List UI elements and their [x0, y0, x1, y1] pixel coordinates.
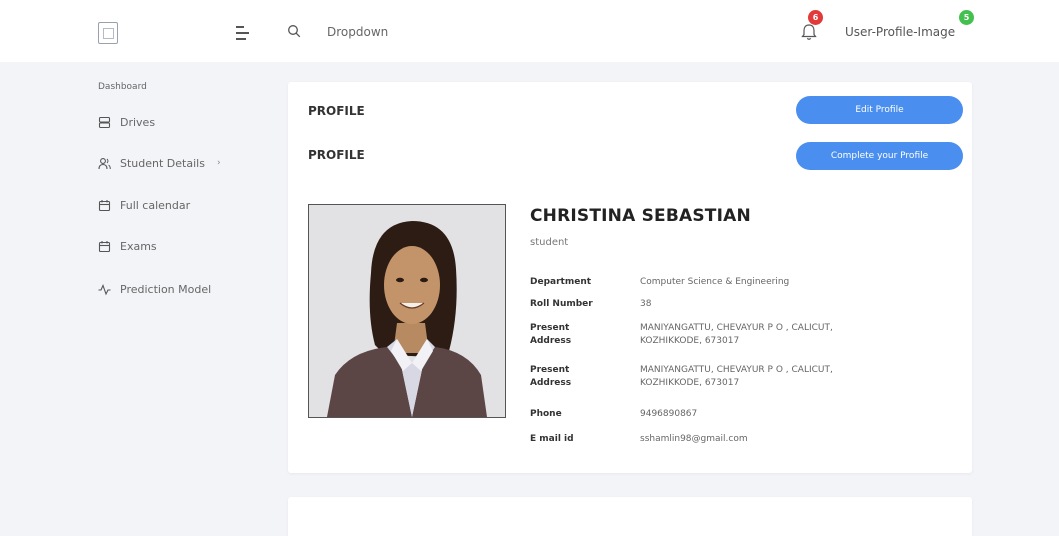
profile-subtitle: PROFILE [308, 148, 365, 162]
sidebar-item-prediction-model[interactable]: Prediction Model [98, 280, 211, 298]
activity-icon [98, 283, 111, 295]
roll-number-label: Roll Number [530, 299, 593, 309]
sidebar-item-label: Exams [120, 239, 157, 253]
present-address-value: MANIYANGATTU, CHEVAYUR P O , CALICUT, KO… [640, 323, 833, 346]
email-label: E mail id [530, 434, 574, 444]
sidebar-item-label: Prediction Model [120, 282, 212, 296]
sidebar-item-full-calendar[interactable]: Full calendar [98, 196, 190, 214]
email-value: sshamlin98@gmail.com [640, 434, 748, 444]
sidebar-item-exams[interactable]: Exams [98, 237, 157, 255]
phone-label: Phone [530, 409, 562, 419]
phone-value: 9496890867 [640, 409, 698, 419]
app-logo-icon[interactable] [98, 22, 118, 44]
top-navbar: Dropdown 6 User-Profile-Image 5 [0, 0, 1059, 62]
present-address-label: Present Address [530, 323, 572, 346]
complete-profile-button[interactable]: Complete your Profile [796, 142, 963, 170]
secondary-card [288, 497, 972, 536]
profile-photo [308, 204, 506, 418]
profile-card: PROFILE Edit Profile PROFILE Complete yo… [288, 82, 972, 473]
user-profile-image[interactable]: User-Profile-Image [845, 25, 955, 39]
search-icon[interactable] [287, 24, 301, 38]
edit-profile-button[interactable]: Edit Profile [796, 96, 963, 124]
users-icon [98, 157, 111, 169]
present-address-label: Present Address [530, 365, 572, 388]
calendar-icon [98, 199, 111, 211]
chevron-right-icon: › [216, 158, 221, 168]
sidebar: Dashboard Drives Student Details › Full … [0, 62, 270, 536]
calendar-icon [98, 240, 111, 252]
roll-number-value: 38 [640, 299, 652, 309]
department-value: Computer Science & Engineering [640, 277, 790, 287]
sidebar-item-student-details[interactable]: Student Details › [98, 154, 221, 172]
student-role: student [530, 237, 569, 248]
profile-title: PROFILE [308, 104, 365, 118]
search-dropdown[interactable]: Dropdown [327, 25, 388, 39]
sidebar-item-label: Full calendar [120, 198, 191, 212]
present-address-value: MANIYANGATTU, CHEVAYUR P O , CALICUT, KO… [640, 365, 833, 388]
database-icon [98, 116, 111, 128]
profile-status-badge: 5 [959, 10, 974, 25]
notification-bell-icon[interactable] [800, 22, 818, 42]
sidebar-section-dashboard: Dashboard [98, 82, 147, 92]
menu-toggle-icon[interactable] [236, 25, 254, 41]
notification-count-badge: 6 [808, 10, 823, 25]
student-name: CHRISTINA SEBASTIAN [530, 206, 751, 226]
sidebar-item-label: Drives [120, 115, 156, 129]
department-label: Department [530, 277, 592, 287]
sidebar-item-drives[interactable]: Drives [98, 113, 155, 131]
sidebar-item-label: Student Details [120, 156, 205, 170]
